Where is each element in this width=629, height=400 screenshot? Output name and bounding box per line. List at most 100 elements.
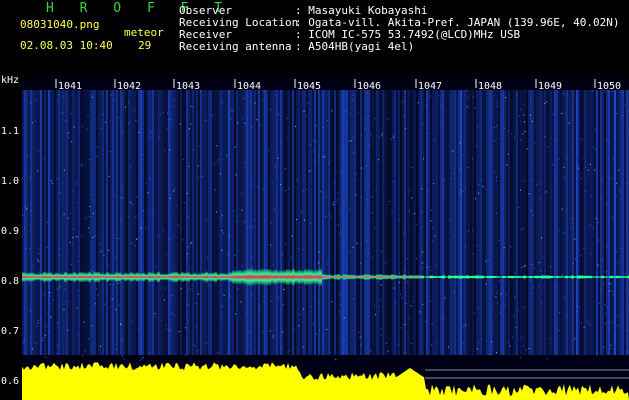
noise-speckle: [24, 206, 26, 208]
echo-segment: [187, 272, 190, 282]
echo-segment: [106, 272, 109, 282]
noise-speckle: [322, 126, 324, 128]
noise-speckle: [533, 267, 535, 269]
noise-streak: [322, 90, 324, 355]
noise-speckle: [49, 331, 50, 333]
noise-speckle: [167, 112, 168, 114]
noise-streak: [334, 90, 336, 355]
noise-speckle: [255, 350, 257, 352]
noise-speckle: [115, 309, 117, 311]
echo-segment: [589, 275, 592, 279]
noise-streak: [550, 90, 552, 355]
noise-speckle: [197, 293, 199, 295]
noise-streak: [196, 90, 198, 355]
noise-speckle: [29, 310, 31, 312]
noise-speckle: [63, 169, 65, 171]
noise-speckle: [77, 290, 79, 292]
noise-speckle: [149, 352, 151, 354]
noise-speckle: [155, 266, 157, 268]
noise-speckle: [544, 135, 546, 137]
noise-speckle: [360, 344, 362, 346]
noise-speckle: [118, 304, 120, 306]
noise-streak: [420, 90, 422, 355]
noise-streak: [342, 90, 344, 355]
noise-speckle: [444, 297, 446, 299]
noise-speckle: [436, 341, 438, 343]
noise-speckle: [600, 289, 602, 291]
noise-speckle: [495, 292, 497, 294]
noise-streak: [372, 90, 374, 355]
noise-speckle: [355, 173, 357, 175]
noise-streak: [462, 90, 464, 355]
noise-speckle: [609, 348, 611, 350]
noise-speckle: [532, 264, 534, 266]
noise-speckle: [169, 330, 171, 332]
echo-segment: [418, 275, 421, 279]
echo-segment: [76, 273, 79, 281]
noise-speckle: [115, 256, 117, 258]
noise-speckle: [576, 260, 578, 262]
noise-speckle: [610, 322, 612, 324]
noise-speckle: [222, 214, 223, 216]
noise-speckle: [474, 107, 476, 109]
noise-streak: [212, 90, 214, 355]
echo-segment: [175, 271, 178, 283]
noise-speckle: [31, 265, 33, 267]
noise-speckle: [556, 103, 558, 105]
noise-speckle: [345, 266, 347, 268]
echo-segment: [28, 272, 31, 282]
noise-speckle: [561, 208, 563, 210]
noise-speckle: [346, 122, 348, 124]
echo-segment: [169, 272, 172, 282]
noise-speckle: [548, 338, 550, 340]
noise-speckle: [523, 103, 525, 105]
echo-segment: [298, 269, 301, 285]
noise-speckle: [142, 357, 144, 359]
noise-streak: [454, 90, 456, 355]
echo-segment: [124, 272, 127, 282]
echo-segment: [400, 275, 403, 279]
noise-speckle: [244, 162, 246, 164]
noise-streak: [132, 90, 134, 355]
noise-speckle: [318, 251, 320, 253]
echo-segment: [31, 272, 34, 282]
noise-speckle: [428, 190, 430, 192]
noise-speckle: [393, 134, 395, 136]
noise-speckle: [430, 270, 432, 272]
echo-segment: [22, 272, 25, 282]
noise-speckle: [24, 172, 26, 174]
noise-speckle: [449, 219, 451, 221]
noise-speckle: [500, 311, 501, 313]
noise-speckle: [97, 294, 99, 296]
noise-speckle: [92, 237, 93, 239]
noise-streak: [194, 90, 196, 355]
noise-streak: [410, 90, 412, 355]
noise-speckle: [22, 214, 24, 216]
noise-speckle: [235, 174, 237, 176]
noise-streak: [178, 90, 180, 355]
noise-speckle: [380, 328, 382, 330]
noise-streak: [140, 90, 142, 355]
noise-speckle: [380, 299, 382, 301]
noise-streak: [206, 90, 208, 355]
noise-streak: [480, 90, 482, 355]
noise-speckle: [584, 190, 586, 192]
noise-speckle: [91, 325, 93, 327]
noise-speckle: [151, 132, 153, 133]
noise-speckle: [303, 346, 305, 348]
noise-streak: [232, 90, 234, 355]
noise-speckle: [241, 209, 243, 211]
echo-segment: [205, 271, 208, 283]
noise-speckle: [478, 183, 480, 185]
noise-speckle: [188, 129, 190, 131]
noise-speckle: [598, 302, 600, 304]
noise-speckle: [612, 217, 614, 218]
noise-streak: [158, 90, 160, 355]
freq-tick-label: 0.6: [1, 376, 19, 387]
noise-streak: [280, 90, 282, 355]
echo-segment: [481, 275, 484, 279]
noise-speckle: [38, 253, 40, 254]
noise-streak: [604, 90, 606, 355]
noise-speckle: [591, 90, 593, 92]
echo-segment: [619, 276, 622, 278]
